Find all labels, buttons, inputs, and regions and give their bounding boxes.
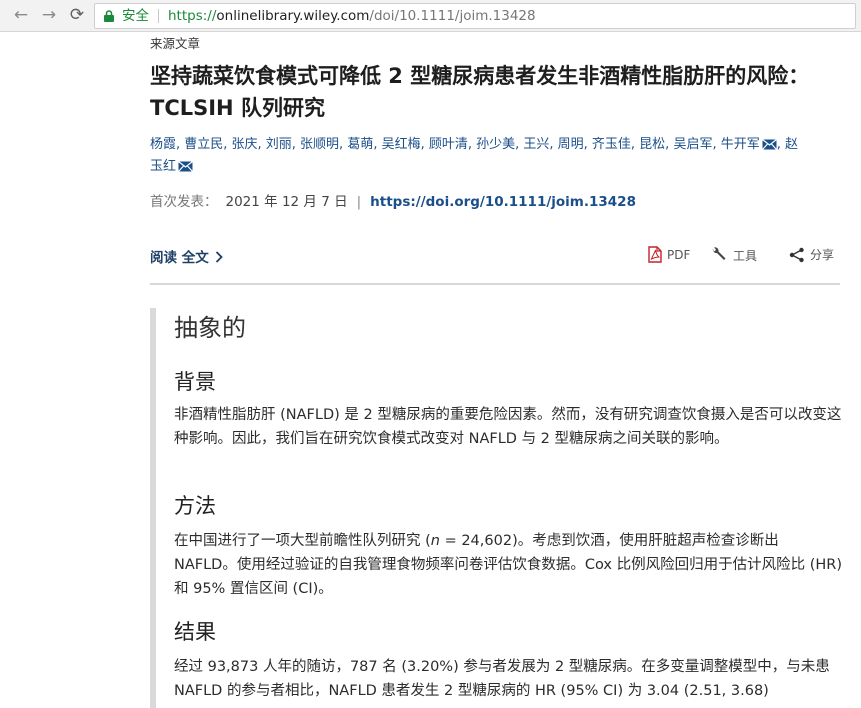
tools-label: 工具 <box>733 249 758 263</box>
browser-toolbar: ← → ⟳ 安全 https://onlinelibrary.wiley.com… <box>0 0 861 32</box>
reload-icon[interactable]: ⟳ <box>66 4 88 26</box>
author-links-tail[interactable]: , 赵 <box>777 137 798 152</box>
abstract-heading: 抽象的 <box>174 314 246 342</box>
article-title: 坚持蔬菜饮食模式可降低 2 型糖尿病患者发生非酒精性脂肪肝的风险：TCLSIH … <box>150 64 810 120</box>
pdf-icon <box>648 246 662 263</box>
read-full-label: 阅读 全文 <box>150 250 209 266</box>
doi-separator: | <box>356 194 362 210</box>
doi-link[interactable]: https://doi.org/10.1111/joim.13428 <box>370 194 636 210</box>
results-heading: 结果 <box>174 620 216 644</box>
mail-icon[interactable] <box>761 139 777 150</box>
section-divider <box>150 283 840 285</box>
methods-n-symbol: n <box>430 533 440 549</box>
share-button[interactable]: 分享 <box>789 246 834 263</box>
mail-icon[interactable] <box>178 161 193 172</box>
url-host: onlinelibrary.wiley.com <box>216 8 370 24</box>
published-label: 首次发表： <box>150 194 218 210</box>
share-icon <box>789 247 804 263</box>
lock-icon <box>104 10 114 22</box>
article-type-label: 来源文章 <box>150 36 201 51</box>
url-path: /doi/10.1111/joim.13428 <box>369 8 536 24</box>
results-text: 经过 93,873 人年的随访，787 名 (3.20%) 参与者发展为 2 型… <box>174 659 830 699</box>
chevron-right-icon <box>215 251 223 263</box>
pdf-button[interactable]: PDF <box>648 246 690 263</box>
background-heading: 背景 <box>174 370 216 394</box>
author-list: 杨霞, 曹立民, 张庆, 刘丽, 张顺明, 葛萌, 吴红梅, 顾叶清, 孙少美,… <box>150 134 840 178</box>
methods-heading: 方法 <box>174 494 216 518</box>
methods-text-part-a: 在中国进行了一项大型前瞻性队列研究 ( <box>174 533 431 549</box>
omnibox-separator <box>158 9 159 23</box>
publication-info: 首次发表： 2021 年 12 月 7 日 | https://doi.org/10.… <box>150 190 636 210</box>
methods-text: 在中国进行了一项大型前瞻性队列研究 (n = 24,602)。考虑到饮酒，使用肝… <box>174 529 842 601</box>
back-arrow-icon[interactable]: ← <box>10 4 32 26</box>
author-link-last[interactable]: 玉红 <box>150 159 176 174</box>
secure-label: 安全 <box>122 8 149 24</box>
tools-button[interactable]: 工具 <box>710 246 757 264</box>
background-text: 非酒精性脂肪肝 (NAFLD) 是 2 型糖尿病的重要危险因素。然而，没有研究调… <box>174 407 842 447</box>
wrench-icon <box>712 247 726 260</box>
read-full-text-link[interactable]: 阅读 全文 <box>150 246 223 266</box>
address-bar[interactable]: 安全 https://onlinelibrary.wiley.com/doi/1… <box>94 3 856 29</box>
url-scheme: https:// <box>168 8 217 24</box>
pdf-label: PDF <box>667 248 691 262</box>
forward-arrow-icon[interactable]: → <box>38 4 60 26</box>
author-links[interactable]: 杨霞, 曹立民, 张庆, 刘丽, 张顺明, 葛萌, 吴红梅, 顾叶清, 孙少美,… <box>150 137 760 152</box>
published-date: 2021 年 12 月 7 日 <box>225 194 348 210</box>
share-label: 分享 <box>810 248 835 262</box>
abstract-accent-bar <box>150 308 156 708</box>
url-text[interactable]: https://onlinelibrary.wiley.com/doi/10.1… <box>168 4 536 28</box>
